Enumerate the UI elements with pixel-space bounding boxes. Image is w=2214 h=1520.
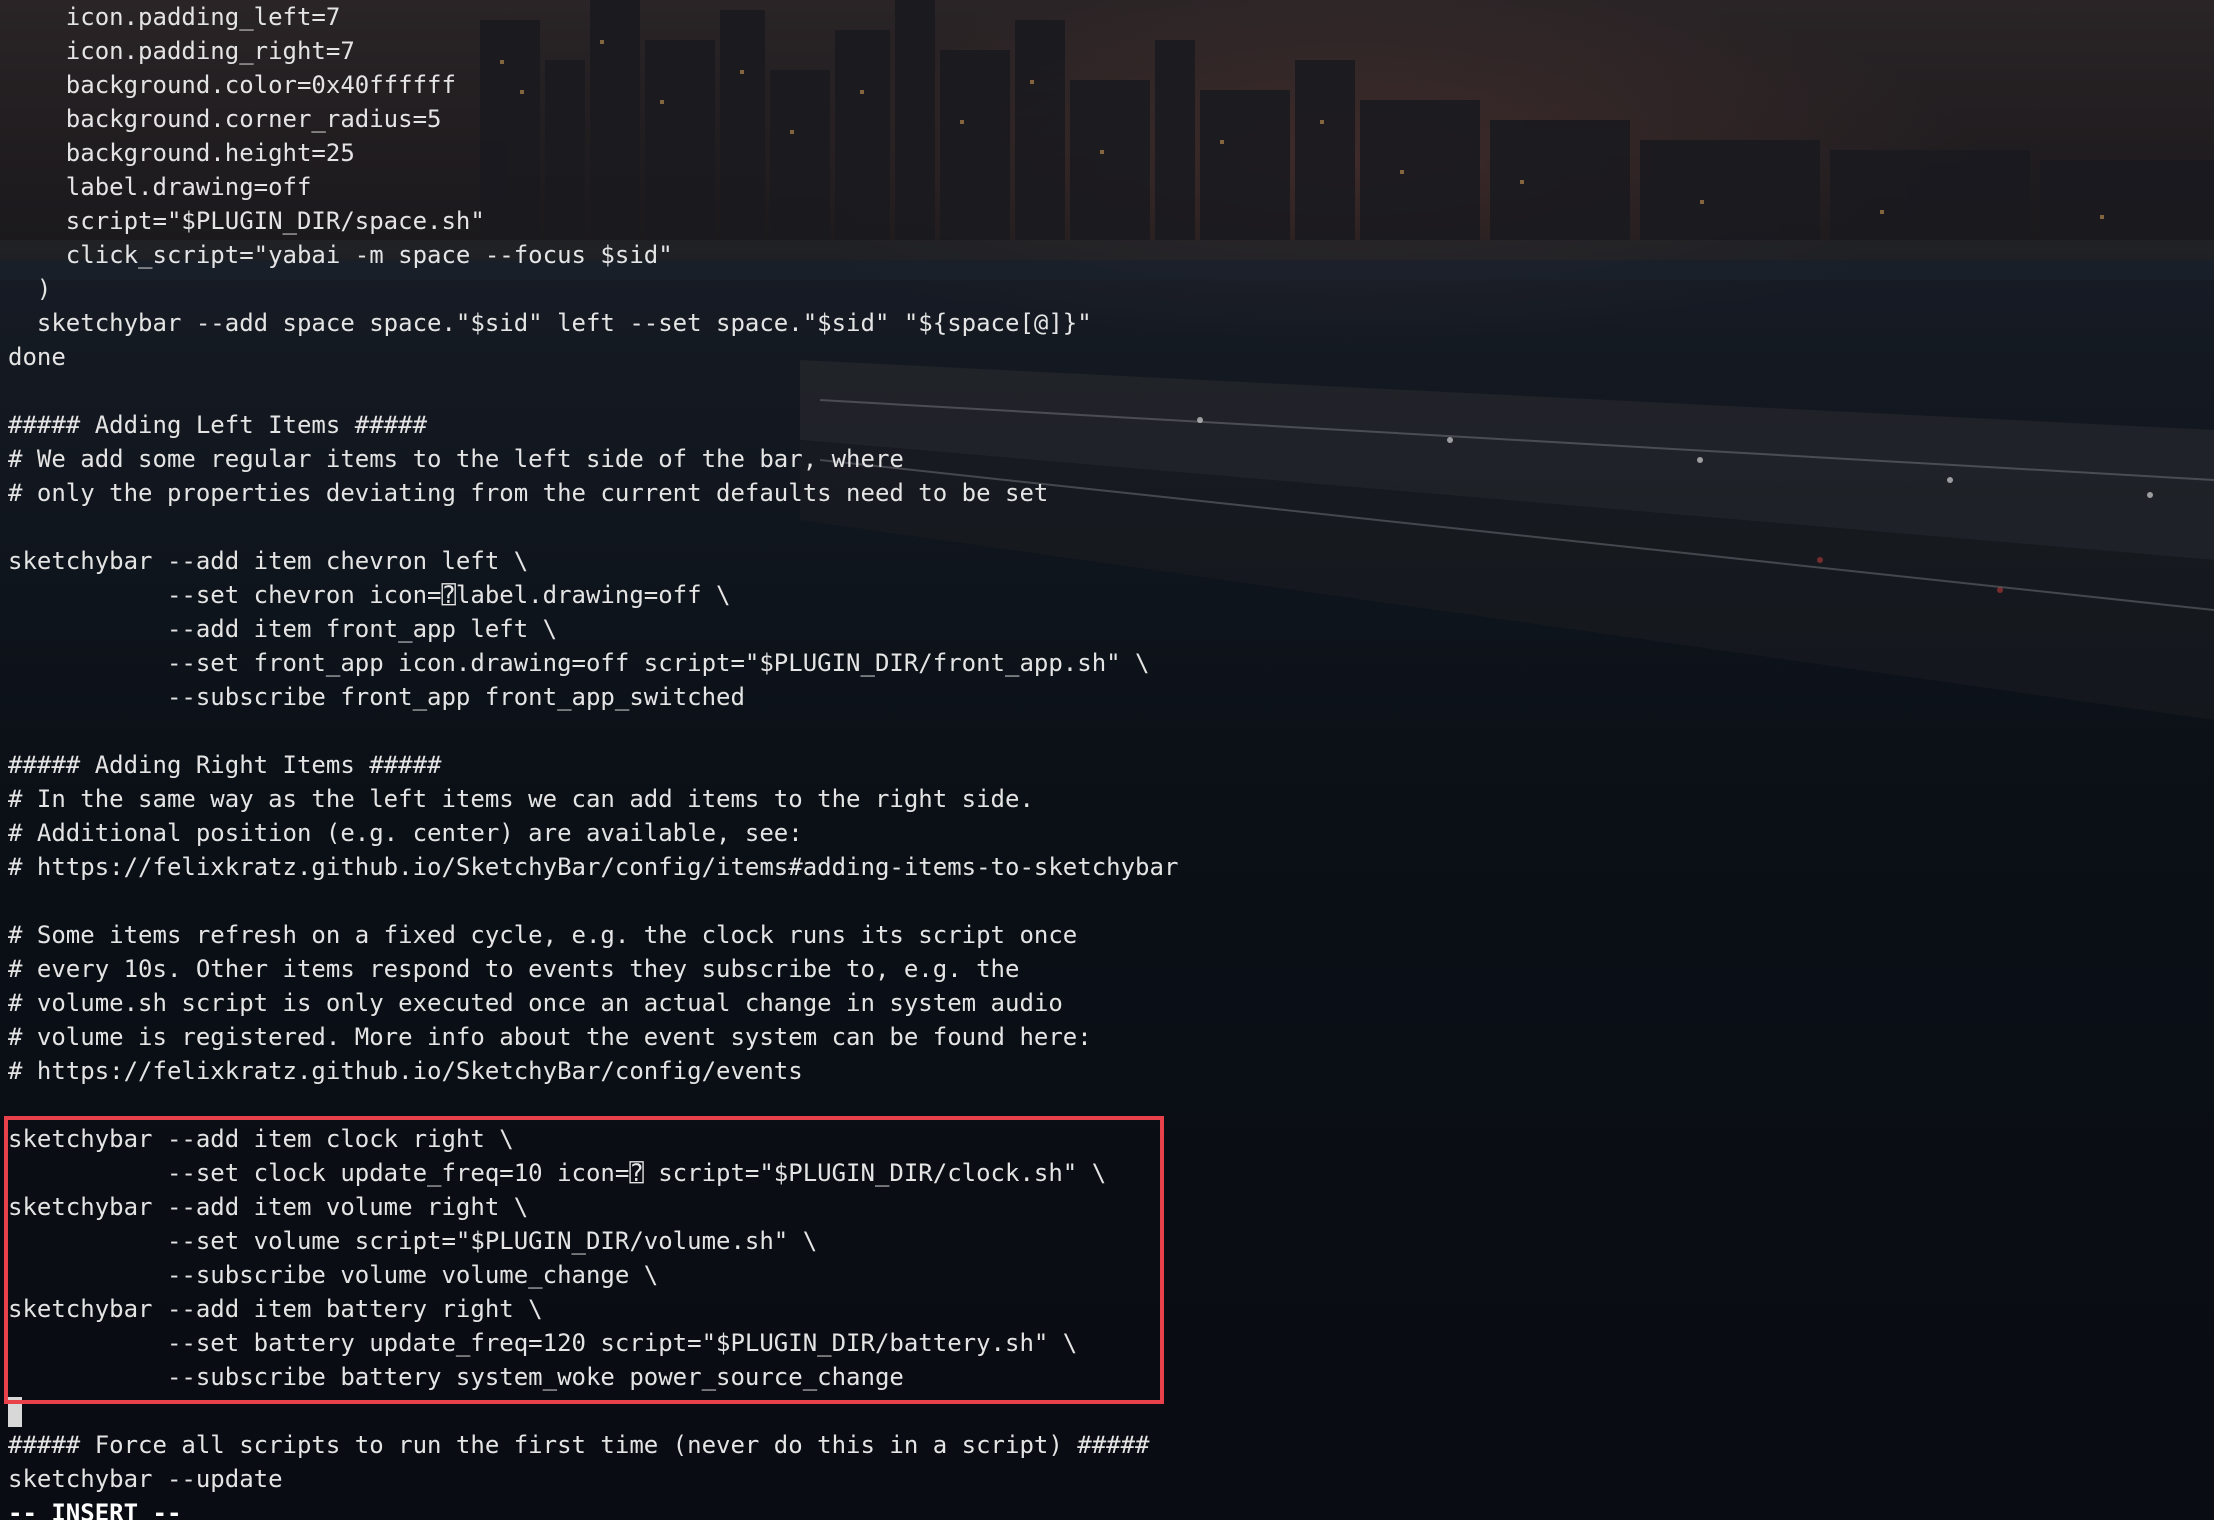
code-line: # In the same way as the left items we c… <box>8 785 1034 813</box>
code-line: # We add some regular items to the left … <box>8 445 904 473</box>
code-line: ##### Force all scripts to run the first… <box>8 1431 1150 1459</box>
code-line: script="$PLUGIN_DIR/space.sh" <box>8 207 485 235</box>
code-line: sketchybar --add item chevron left \ <box>8 547 529 575</box>
code-line: ##### Adding Left Items ##### <box>8 411 428 439</box>
code-line: # volume is registered. More info about … <box>8 1023 1092 1051</box>
code-line: # every 10s. Other items respond to even… <box>8 955 1020 983</box>
code-line: # Some items refresh on a fixed cycle, e… <box>8 921 1078 949</box>
code-line: background.height=25 <box>8 139 355 167</box>
code-line: click_script="yabai -m space --focus $si… <box>8 241 673 269</box>
code-line: ) <box>8 275 52 303</box>
code-line: # https://felixkratz.github.io/SketchyBa… <box>8 853 1179 881</box>
code-line: --subscribe front_app front_app_switched <box>8 683 745 711</box>
code-line: # https://felixkratz.github.io/SketchyBa… <box>8 1057 803 1085</box>
code-line: background.color=0x40ffffff <box>8 71 456 99</box>
code-line: --set front_app icon.drawing=off script=… <box>8 649 1150 677</box>
code-line: # only the properties deviating from the… <box>8 479 1049 507</box>
code-line: # Additional position (e.g. center) are … <box>8 819 803 847</box>
code-line: label.drawing=off <box>8 173 312 201</box>
code-line: sketchybar --add space space."$sid" left… <box>8 309 1092 337</box>
desktop-background: icon.padding_left=7 icon.padding_right=7… <box>0 0 2214 1520</box>
code-line: background.corner_radius=5 <box>8 105 442 133</box>
code-line: --add item front_app left \ <box>8 615 558 643</box>
editor-mode-indicator: -- INSERT -- <box>8 1499 182 1520</box>
code-line: # volume.sh script is only executed once… <box>8 989 1063 1017</box>
code-line: icon.padding_left=7 <box>8 3 341 31</box>
highlight-box <box>4 1116 1164 1404</box>
code-line: icon.padding_right=7 <box>8 37 355 65</box>
code-line: ##### Adding Right Items ##### <box>8 751 442 779</box>
code-line: --set chevron icon=⍰label.drawing=off \ <box>8 581 731 609</box>
code-line: sketchybar --update <box>8 1465 283 1493</box>
code-line: done <box>8 343 66 371</box>
